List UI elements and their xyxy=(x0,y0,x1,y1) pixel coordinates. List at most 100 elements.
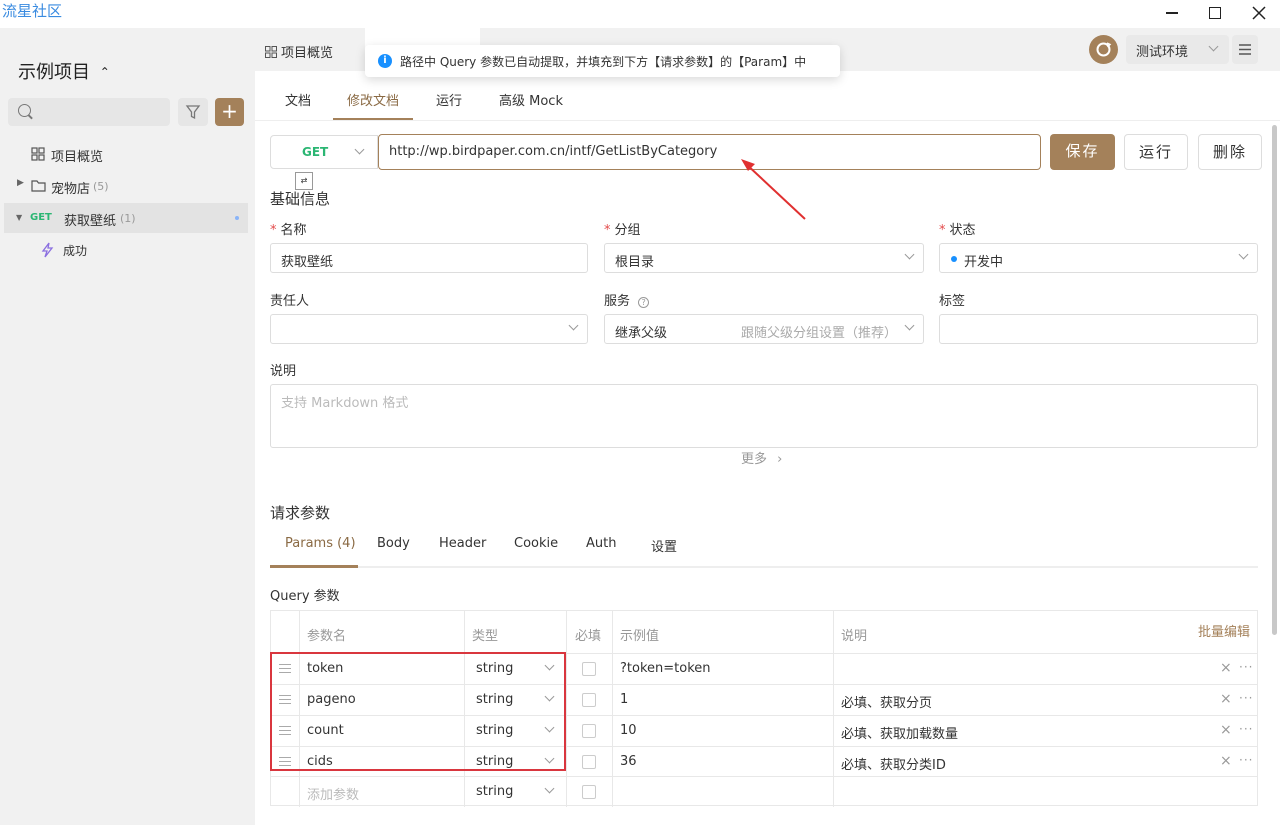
status-label: * 状态 xyxy=(939,223,976,238)
tab-run[interactable]: 运行 xyxy=(436,90,462,109)
sidebar: 示例项目 ⌃ + 项目概览 ▶ 宠物店 (5) ▼ GET 获取壁纸 (1) 成… xyxy=(0,28,255,825)
param-name[interactable]: count xyxy=(307,723,344,738)
param-type[interactable]: string xyxy=(476,754,513,769)
group-value: 根目录 xyxy=(615,255,655,270)
help-icon: ? xyxy=(638,297,650,308)
param-example[interactable]: 1 xyxy=(620,692,628,707)
param-type[interactable]: string xyxy=(476,723,513,738)
tab-header[interactable]: Header xyxy=(439,536,486,551)
env-sync-button[interactable] xyxy=(1089,35,1118,64)
chevron-down-icon xyxy=(544,783,555,794)
query-params-label: Query 参数 xyxy=(270,589,340,604)
param-type[interactable]: string xyxy=(476,661,513,676)
param-example[interactable]: ?token=token xyxy=(620,661,711,676)
owner-label: 责任人 xyxy=(270,294,310,309)
remove-icon[interactable]: × xyxy=(1220,722,1232,738)
chevron-down-icon xyxy=(544,753,555,764)
sidebar-item-overview[interactable]: 项目概览 xyxy=(0,139,255,169)
caret-right-icon: ▶ xyxy=(17,178,24,188)
description-textarea[interactable]: 支持 Markdown 格式 xyxy=(270,384,1258,448)
tab-project-overview[interactable]: 项目概览 xyxy=(265,42,333,61)
name-label: * 名称 xyxy=(270,223,307,238)
divider xyxy=(255,120,1280,121)
method-badge: GET xyxy=(30,212,52,223)
tab-body[interactable]: Body xyxy=(377,536,410,551)
add-button[interactable]: + xyxy=(215,98,244,126)
required-checkbox[interactable] xyxy=(582,724,596,738)
url-input[interactable]: http://wp.birdpaper.com.cn/intf/GetListB… xyxy=(378,134,1041,170)
remove-icon[interactable]: × xyxy=(1220,660,1232,676)
delete-button[interactable]: 删除 xyxy=(1198,134,1262,170)
param-desc[interactable]: 必填、获取分页 xyxy=(841,692,932,711)
search-icon xyxy=(18,104,31,117)
sidebar-item-success[interactable]: 成功 xyxy=(0,235,255,265)
owner-select[interactable] xyxy=(270,314,588,344)
more-link[interactable]: 更多 › xyxy=(741,448,782,467)
tab-params[interactable]: Params (4) xyxy=(285,536,356,551)
remove-icon[interactable]: × xyxy=(1220,691,1232,707)
method-select[interactable]: GET xyxy=(270,135,378,169)
column-header-type: 类型 xyxy=(472,629,499,644)
maximize-button[interactable] xyxy=(1204,2,1226,24)
required-checkbox[interactable] xyxy=(582,785,596,799)
section-request-params: 请求参数 xyxy=(270,504,331,522)
tags-label: 标签 xyxy=(939,294,966,309)
dot-icon xyxy=(235,216,239,220)
param-name[interactable]: pageno xyxy=(307,692,356,707)
run-button[interactable]: 运行 xyxy=(1124,134,1188,170)
drag-handle-icon[interactable] xyxy=(279,757,291,766)
url-value: http://wp.birdpaper.com.cn/intf/GetListB… xyxy=(389,144,718,159)
bulk-edit-link[interactable]: 批量编辑 xyxy=(1198,621,1250,640)
service-select[interactable]: 继承父级 跟随父级分组设置（推荐） xyxy=(604,314,924,344)
tab-settings[interactable]: 设置 xyxy=(651,536,677,555)
more-icon[interactable]: ··· xyxy=(1239,691,1253,705)
save-button[interactable]: 保存 xyxy=(1050,134,1115,170)
required-checkbox[interactable] xyxy=(582,693,596,707)
name-field[interactable]: 获取壁纸 xyxy=(270,243,588,273)
group-select[interactable]: 根目录 xyxy=(604,243,924,273)
active-tab-indicator xyxy=(333,118,413,120)
tab-docs[interactable]: 文档 xyxy=(285,90,311,109)
param-type[interactable]: string xyxy=(476,692,513,707)
drag-handle-icon[interactable] xyxy=(279,695,291,704)
param-example[interactable]: 36 xyxy=(620,754,637,769)
more-icon[interactable]: ··· xyxy=(1239,722,1253,736)
status-select[interactable]: 开发中 xyxy=(939,243,1258,273)
close-window-button[interactable] xyxy=(1248,2,1270,24)
required-checkbox[interactable] xyxy=(582,662,596,676)
search-input[interactable] xyxy=(8,98,170,126)
tab-cookie[interactable]: Cookie xyxy=(514,536,558,551)
menu-button[interactable] xyxy=(1232,35,1258,64)
info-toast: i 路径中 Query 参数已自动提取，并填充到下方【请求参数】的【Param】… xyxy=(365,45,840,77)
environment-select[interactable]: 测试环境 xyxy=(1126,35,1229,64)
param-type[interactable]: string xyxy=(476,784,513,799)
param-name[interactable]: cids xyxy=(307,754,333,769)
required-checkbox[interactable] xyxy=(582,755,596,769)
minimize-button[interactable] xyxy=(1161,2,1183,24)
tags-input[interactable] xyxy=(939,314,1258,344)
drag-handle-icon[interactable] xyxy=(279,726,291,735)
status-value: 开发中 xyxy=(964,255,1004,270)
add-param-input[interactable]: 添加参数 xyxy=(307,784,359,803)
sidebar-item-get-wallpaper[interactable]: ▼ GET 获取壁纸 (1) xyxy=(4,203,248,233)
project-switcher[interactable]: 示例项目 ⌃ xyxy=(18,58,110,84)
environment-value: 测试环境 xyxy=(1136,45,1189,60)
drag-handle-icon[interactable] xyxy=(279,664,291,673)
sidebar-item-label: 项目概览 xyxy=(51,150,104,165)
remove-icon[interactable]: × xyxy=(1220,753,1232,769)
grid-icon xyxy=(31,147,45,161)
param-example[interactable]: 10 xyxy=(620,723,637,738)
filter-button[interactable] xyxy=(178,98,208,126)
sidebar-item-petshop[interactable]: ▶ 宠物店 (5) xyxy=(0,171,255,201)
tab-auth[interactable]: Auth xyxy=(586,536,616,551)
tab-advanced-mock[interactable]: 高级 Mock xyxy=(499,90,563,109)
more-icon[interactable]: ··· xyxy=(1239,660,1253,674)
param-desc[interactable]: 必填、获取分类ID xyxy=(841,754,946,773)
param-desc[interactable]: 必填、获取加载数量 xyxy=(841,723,958,742)
scrollbar[interactable] xyxy=(1272,125,1277,635)
tab-edit-docs[interactable]: 修改文档 xyxy=(347,90,399,109)
name-value: 获取壁纸 xyxy=(281,255,334,270)
title-bar: 流星社区 xyxy=(0,0,1280,28)
param-name[interactable]: token xyxy=(307,661,343,676)
more-icon[interactable]: ··· xyxy=(1239,753,1253,767)
